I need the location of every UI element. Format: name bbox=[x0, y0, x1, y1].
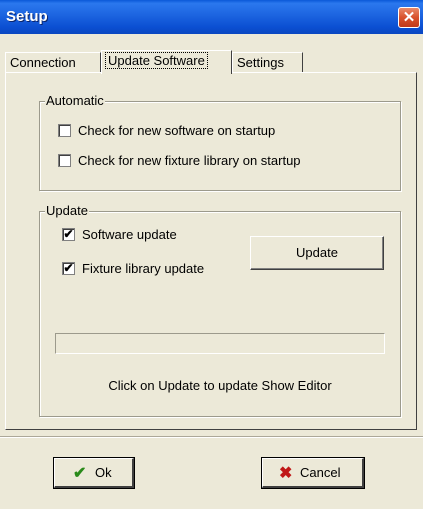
check-fixture-startup-label: Check for new fixture library on startup bbox=[78, 153, 301, 168]
title-bar[interactable]: Setup ✕ bbox=[0, 0, 423, 34]
check-software-startup-label: Check for new software on startup bbox=[78, 123, 276, 138]
tab-label: Settings bbox=[237, 55, 284, 70]
tab-settings[interactable]: Settings bbox=[232, 52, 303, 72]
cross-icon: ✖ bbox=[279, 465, 293, 482]
setup-dialog: Setup ✕ Connection Update Software Setti… bbox=[0, 0, 423, 509]
check-software-startup-checkbox[interactable] bbox=[58, 124, 71, 137]
cancel-button[interactable]: ✖ Cancel bbox=[261, 457, 365, 489]
ok-button[interactable]: ✔ Ok bbox=[53, 457, 135, 489]
fixture-library-update-checkbox[interactable]: ✔ bbox=[62, 262, 75, 275]
ok-button-label: Ok bbox=[95, 465, 112, 480]
tab-connection[interactable]: Connection bbox=[5, 52, 101, 72]
cancel-button-label: Cancel bbox=[300, 465, 341, 480]
tab-label: Update Software bbox=[105, 52, 208, 69]
checkmark-icon: ✔ bbox=[73, 465, 87, 482]
update-progress-bar bbox=[55, 333, 385, 354]
tab-update-software[interactable]: Update Software bbox=[101, 50, 232, 74]
fixture-library-update-label: Fixture library update bbox=[82, 261, 205, 276]
software-update-checkbox[interactable]: ✔ bbox=[62, 228, 75, 241]
update-group: Update ✔ Software update ✔ Fixture libra… bbox=[39, 203, 401, 417]
update-software-panel: Automatic Check for new software on star… bbox=[5, 72, 417, 430]
update-group-legend: Update bbox=[45, 203, 89, 218]
update-status-text: Click on Update to update Show Editor bbox=[108, 378, 332, 393]
check-fixture-startup-checkbox[interactable] bbox=[58, 154, 71, 167]
close-icon: ✕ bbox=[402, 9, 416, 26]
software-update-label: Software update bbox=[82, 227, 177, 242]
button-separator bbox=[0, 436, 423, 438]
tab-label: Connection bbox=[10, 55, 76, 70]
update-button-label: Update bbox=[296, 245, 338, 260]
update-button[interactable]: Update bbox=[250, 236, 384, 270]
close-button[interactable]: ✕ bbox=[398, 7, 420, 28]
automatic-group: Automatic Check for new software on star… bbox=[39, 93, 401, 191]
window-title: Setup bbox=[6, 8, 48, 25]
automatic-group-legend: Automatic bbox=[45, 93, 105, 108]
